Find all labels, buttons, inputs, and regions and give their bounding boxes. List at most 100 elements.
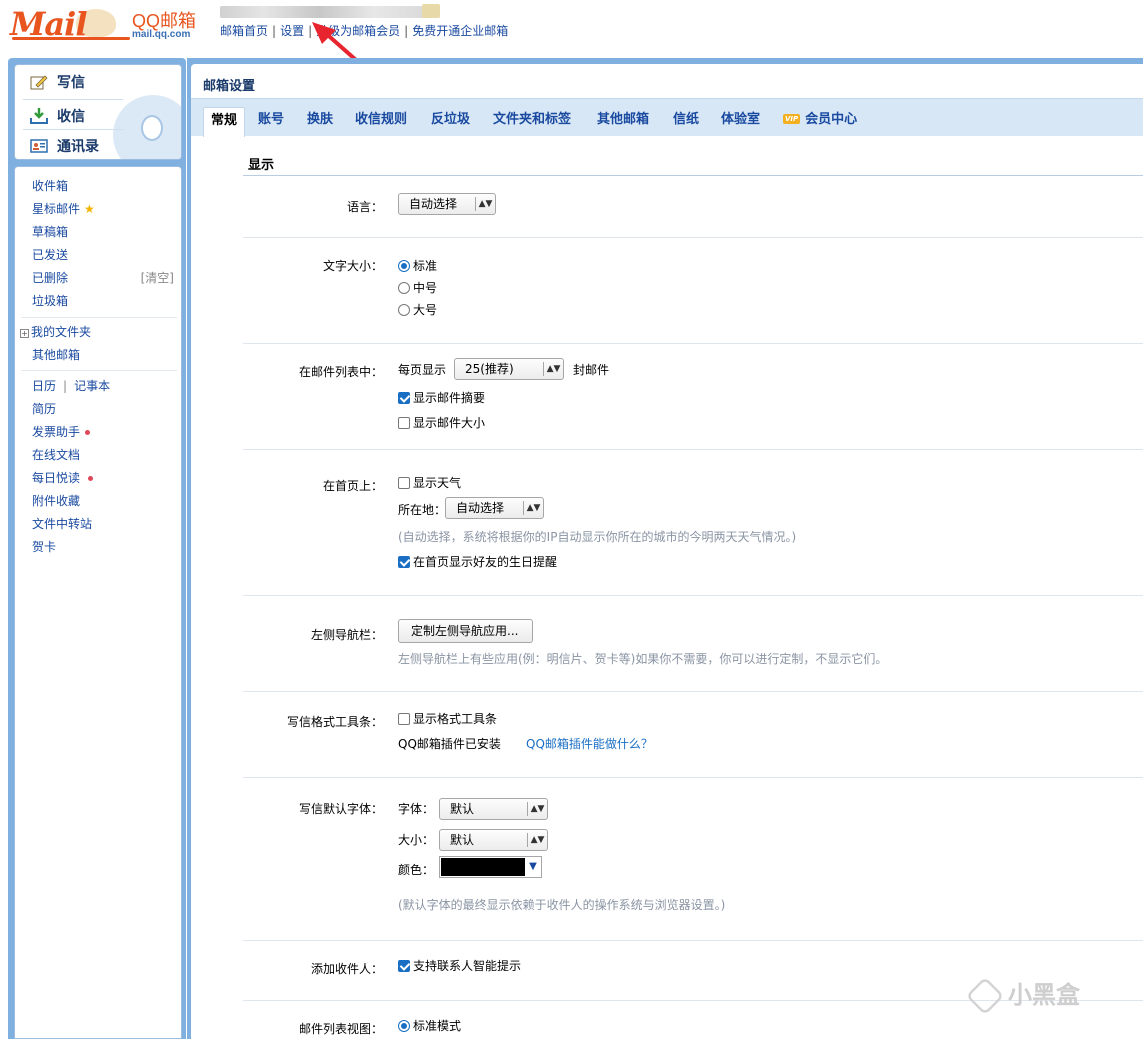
updown-arrows-icon: ▲▼ bbox=[543, 362, 563, 376]
main-pane: 邮箱设置 常规 账号 换肤 收信规则 反垃圾 文件夹和标签 其他邮箱 信纸 体验… bbox=[187, 58, 1143, 1039]
tab-general[interactable]: 常规 bbox=[203, 107, 246, 137]
folder-deleted[interactable]: 已删除 bbox=[32, 269, 68, 286]
tab-other-mailbox[interactable]: 其他邮箱 bbox=[590, 108, 656, 132]
font-size-select[interactable]: 默认 ▲▼ bbox=[439, 829, 548, 851]
list-view-standard[interactable]: 标准模式 bbox=[398, 1017, 461, 1034]
tab-folders-labels[interactable]: 文件夹和标签 bbox=[486, 108, 578, 132]
other-mailbox[interactable]: 其他邮箱 bbox=[32, 346, 80, 363]
checkbox-checked-icon bbox=[398, 960, 410, 972]
plugin-info-link[interactable]: QQ邮箱插件能做什么？ bbox=[526, 735, 653, 752]
page-title: 邮箱设置 bbox=[203, 79, 256, 94]
color-swatch bbox=[441, 858, 525, 876]
compose-icon bbox=[29, 73, 49, 91]
show-size-label: 显示邮件大小 bbox=[413, 416, 486, 430]
app-greeting-card[interactable]: 贺卡 bbox=[32, 538, 56, 555]
divider bbox=[21, 370, 177, 371]
qq-mail-logo[interactable]: Mail QQ邮箱 mail.qq.com bbox=[10, 5, 210, 43]
checkbox-checked-icon bbox=[398, 556, 410, 568]
font-size-large-label: 大号 bbox=[413, 303, 438, 317]
tab-account[interactable]: 账号 bbox=[251, 108, 291, 132]
app-file-transfer[interactable]: 文件中转站 bbox=[32, 515, 92, 532]
font-size-standard-label: 标准 bbox=[413, 259, 438, 273]
divider bbox=[23, 129, 123, 130]
add-recipient-label: 添加收件人： bbox=[310, 962, 383, 976]
link-enterprise-mail[interactable]: 免费开通企业邮箱 bbox=[412, 24, 508, 38]
font-size-standard[interactable]: 标准 bbox=[398, 257, 437, 274]
tab-skin[interactable]: 换肤 bbox=[300, 108, 340, 132]
my-folders-toggle[interactable]: + 我的文件夹 bbox=[20, 323, 91, 340]
notebook-link[interactable]: 记事本 bbox=[74, 379, 110, 393]
settings-panel: 邮箱设置 常规 账号 换肤 收信规则 反垃圾 文件夹和标签 其他邮箱 信纸 体验… bbox=[191, 64, 1143, 1039]
folder-drafts[interactable]: 草稿箱 bbox=[32, 223, 68, 240]
app-daily-reading[interactable]: 每日悦读 bbox=[32, 469, 94, 486]
tab-anti-spam[interactable]: 反垃圾 bbox=[424, 108, 477, 132]
app-resume[interactable]: 简历 bbox=[32, 400, 56, 417]
compose-label: 写信 bbox=[57, 75, 85, 91]
show-toolbar-label: 显示格式工具条 bbox=[413, 712, 498, 726]
divider bbox=[243, 595, 1143, 596]
folder-inbox[interactable]: 收件箱 bbox=[32, 177, 68, 194]
location-select[interactable]: 自动选择 ▲▼ bbox=[445, 497, 544, 519]
quick-actions-panel: 写信 收信 通讯录 bbox=[14, 64, 182, 160]
font-size-medium-label: 中号 bbox=[413, 281, 438, 295]
birthday-reminder-label: 在首页显示好友的生日提醒 bbox=[413, 555, 558, 569]
location-label: 所在地： bbox=[398, 503, 447, 517]
contacts-label: 通讯录 bbox=[57, 139, 99, 155]
font-size-medium[interactable]: 中号 bbox=[398, 279, 437, 296]
divider bbox=[243, 343, 1143, 344]
folder-starred-label: 星标邮件 bbox=[32, 202, 81, 216]
tab-filter-rules[interactable]: 收信规则 bbox=[348, 108, 414, 132]
calendar-notebook-row: 日历 | 记事本 bbox=[32, 379, 111, 393]
per-page-prefix: 每页显示 bbox=[398, 363, 447, 377]
font-hint: (默认字体的最终显示依赖于收件人的操作系统与浏览器设置。) bbox=[398, 898, 726, 912]
app-daily-label: 每日悦读 bbox=[32, 471, 81, 485]
compose-button[interactable]: 写信 bbox=[29, 69, 85, 95]
folder-spam[interactable]: 垃圾箱 bbox=[32, 292, 68, 309]
vip-icon: VIP bbox=[783, 114, 801, 124]
birthday-reminder-checkbox[interactable]: 在首页显示好友的生日提醒 bbox=[398, 553, 557, 570]
font-family-label: 字体： bbox=[398, 802, 435, 816]
app-invoice-helper[interactable]: 发票助手 bbox=[32, 423, 91, 440]
link-settings[interactable]: 设置 bbox=[280, 24, 304, 38]
radio-selected-icon bbox=[398, 1020, 410, 1032]
show-weather-checkbox[interactable]: 显示天气 bbox=[398, 474, 461, 491]
font-family-value: 默认 bbox=[450, 802, 475, 816]
folder-sent[interactable]: 已发送 bbox=[32, 246, 68, 263]
divider bbox=[23, 99, 123, 100]
divider bbox=[243, 940, 1143, 941]
show-toolbar-checkbox[interactable]: 显示格式工具条 bbox=[398, 710, 497, 727]
per-page-suffix: 封邮件 bbox=[573, 363, 610, 377]
updown-arrows-icon: ▲▼ bbox=[527, 833, 547, 847]
smart-hint-checkbox[interactable]: 支持联系人智能提示 bbox=[398, 957, 521, 974]
font-size-large[interactable]: 大号 bbox=[398, 301, 437, 318]
per-page-select[interactable]: 25(推荐) ▲▼ bbox=[454, 358, 564, 380]
calendar-link[interactable]: 日历 bbox=[32, 379, 56, 393]
show-size-checkbox[interactable]: 显示邮件大小 bbox=[398, 414, 485, 431]
language-select[interactable]: 自动选择 ▲▼ bbox=[398, 193, 496, 215]
contacts-icon bbox=[29, 137, 49, 155]
top-header: Mail QQ邮箱 mail.qq.com 邮箱首页 | 设置 | 升级为邮箱会员 | 免费… bbox=[0, 0, 1143, 58]
section-title: 显示 bbox=[248, 158, 275, 173]
weather-hint: (自动选择，系统将根据你的IP自动显示你所在的城市的今明两天天气情况。) bbox=[398, 530, 797, 544]
app-online-docs[interactable]: 在线文档 bbox=[32, 446, 80, 463]
tab-stationery[interactable]: 信纸 bbox=[666, 108, 706, 132]
customize-nav-button[interactable]: 定制左侧导航应用... bbox=[398, 619, 533, 643]
font-color-picker[interactable]: ▼ bbox=[439, 856, 542, 878]
link-mail-home[interactable]: 邮箱首页 bbox=[220, 24, 268, 38]
tab-vip-center[interactable]: VIP 会员中心 bbox=[776, 108, 864, 132]
divider bbox=[243, 237, 1143, 238]
contacts-button[interactable]: 通讯录 bbox=[29, 133, 99, 159]
clear-deleted-link[interactable]: [清空] bbox=[141, 269, 174, 286]
folder-starred[interactable]: 星标邮件 ★ bbox=[32, 200, 95, 217]
receive-button[interactable]: 收信 bbox=[29, 103, 85, 129]
watermark-text: 小黑盒 bbox=[1008, 981, 1080, 1009]
watermark: 小黑盒 bbox=[965, 975, 1118, 1016]
account-name-blurred bbox=[220, 6, 440, 18]
show-summary-checkbox[interactable]: 显示邮件摘要 bbox=[398, 389, 485, 406]
tab-lab[interactable]: 体验室 bbox=[714, 108, 767, 132]
smart-hint-label: 支持联系人智能提示 bbox=[413, 959, 522, 973]
radio-icon bbox=[398, 304, 410, 316]
font-family-select[interactable]: 默认 ▲▼ bbox=[439, 798, 548, 820]
checkbox-icon bbox=[398, 417, 410, 429]
app-attachments[interactable]: 附件收藏 bbox=[32, 492, 80, 509]
